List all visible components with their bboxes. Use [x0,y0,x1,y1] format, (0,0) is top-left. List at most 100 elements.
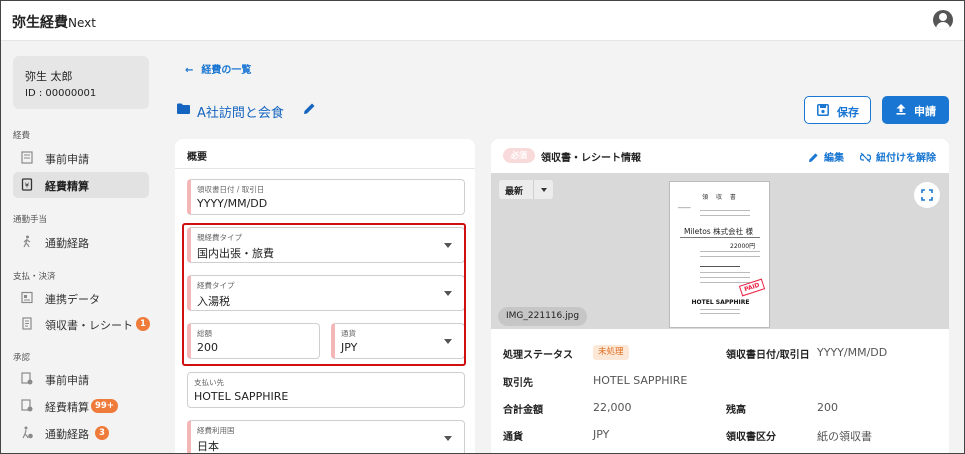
balance-value: 200 [817,401,838,414]
receipt-preview: 最新 領 収 書 ━━━━━━ Miletos 株式会社 様 22000円 PA… [491,173,949,329]
logo-suffix: Next [68,16,96,30]
apply-button[interactable]: 申請 [882,96,949,124]
field-value: HOTEL SAPPHIRE [194,390,289,403]
unlink-label: 紐付けを解除 [876,153,936,164]
logo-text: 弥生経費 [12,15,68,31]
receipt-small-text: ━━━━━━ [678,206,691,210]
section-label-payment: 支払・決済 [13,272,56,282]
back-link-label: 経費の一覧 [201,65,252,76]
overview-title: 概要 [187,152,207,163]
receipt-date-value: YYYY/MM/DD [817,346,888,359]
receipt-image[interactable]: 領 収 書 ━━━━━━ Miletos 株式会社 様 22000円 PAID … [669,181,770,328]
sidebar-item-receipts[interactable]: 領収書・レシート 1 [13,311,150,337]
unlink-button[interactable]: 紐付けを解除 [860,149,936,164]
file-name-chip: IMG_221116.jpg [498,307,588,326]
highlight-box [182,223,466,366]
edit-button[interactable]: 編集 [808,149,844,164]
receipt-info-card: 必須 領収書・レシート情報 編集 紐付けを解除 最新 領 収 書 ━━━━━━ … [491,139,949,453]
user-name: 弥生 太郎 [25,70,73,83]
edit-title-icon[interactable] [303,102,316,115]
back-to-list-link[interactable]: ← 経費の一覧 [185,61,251,76]
edit-label: 編集 [824,153,844,164]
sidebar-item-approve-expense[interactable]: 経費精算 99+ [13,393,149,419]
balance-label: 残高 [726,405,746,416]
section-label-commute: 通勤手当 [13,215,48,225]
sidebar-item-expense-settlement[interactable]: ¥ 経費精算 [13,172,149,198]
save-label: 保存 [837,106,859,119]
version-label: 最新 [505,187,524,197]
sidebar-item-linked-data[interactable]: 連携データ [13,285,149,311]
country-select[interactable]: 経費利用国 日本 [187,420,465,453]
sidebar-item-label: 事前申請 [45,374,89,387]
payee-field[interactable]: 支払い先 HOTEL SAPPHIRE [187,372,465,408]
sidebar-item-commute-route[interactable]: 通勤経路 [13,229,149,255]
upload-icon [896,104,906,115]
receipt-type-value: 紙の領収書 [817,430,872,443]
apply-label: 申請 [914,105,936,118]
receipt-amount: 22000円 [730,243,756,250]
status-label: 処理ステータス [503,350,573,361]
sidebar-item-pre-application[interactable]: 事前申請 [13,145,149,171]
main-content: ← 経費の一覧 A社訪問と会食 保存 申請 概要 領収書日付 / 取引日 YYYY… [159,41,964,453]
caret-down-icon [541,188,547,192]
svg-text:¥: ¥ [25,182,30,190]
sidebar-item-label: 経費精算 [45,180,89,193]
sidebar-item-label: 領収書・レシート [45,319,133,332]
app-window: 弥生経費Next 弥生 太郎 ID : 00000001 経費 事前申請 ¥ 経… [0,0,965,454]
section-label-approval: 承認 [13,353,31,363]
receipt-count-badge: 1 [136,317,150,331]
save-icon [817,104,829,116]
version-select[interactable]: 最新 [499,180,553,199]
receipt-company-name: Miletos 株式会社 [684,227,744,236]
pencil-icon [809,153,818,162]
field-value: 日本 [197,440,219,453]
sidebar-item-approve-pre-application[interactable]: 事前申請 [13,366,149,392]
sidebar-item-label: 連携データ [45,293,100,306]
field-label: 経費利用国 [197,426,235,435]
document-icon [21,151,33,164]
approve-doc-icon [21,372,33,385]
receipt-date-field[interactable]: 領収書日付 / 取引日 YYYY/MM/DD [187,179,465,215]
user-id: ID : 00000001 [25,88,97,99]
section-label-expense: 経費 [13,131,31,141]
sidebar: 弥生 太郎 ID : 00000001 経費 事前申請 ¥ 経費精算 通勤手当 … [1,41,159,453]
arrow-left-icon: ← [185,65,194,76]
top-bar: 弥生経費Next [1,1,964,41]
caret-down-icon [444,436,452,441]
app-logo[interactable]: 弥生経費Next [12,12,96,32]
account-avatar-icon[interactable] [933,10,953,30]
approve-route-icon [22,426,33,439]
walk-icon [23,235,31,248]
sidebar-item-label: 通勤経路 [45,237,89,250]
user-card: 弥生 太郎 ID : 00000001 [13,56,149,109]
data-icon [21,291,33,304]
approve-expense-icon [21,399,33,412]
receipt-company-suffix: 様 [745,227,753,236]
expand-preview-button[interactable] [914,182,940,208]
receipt-icon: ¥ [21,178,33,191]
required-badge: 必須 [503,148,535,163]
sidebar-item-approve-route[interactable]: 通勤経路 3 [13,420,149,446]
approve-route-badge: 3 [95,426,109,440]
sidebar-item-label: 通勤経路 [45,428,89,441]
currency-label: 通貨 [503,432,523,443]
receipt-type-label: 領収書区分 [726,432,776,443]
status-badge: 未処理 [593,345,629,360]
link-off-icon [860,152,871,163]
receipt-company: Miletos 株式会社 様 [684,226,753,237]
receipt-date-label: 領収書日付/取引日 [726,350,810,361]
receipt-info-title: 領収書・レシート情報 [541,153,641,164]
currency-value: JPY [593,428,610,441]
vendor-value: HOTEL SAPPHIRE [593,374,688,387]
receipt-title: 領 収 書 [702,194,739,201]
save-button[interactable]: 保存 [804,96,871,124]
sidebar-item-label: 事前申請 [45,153,89,166]
receipt-list-icon [22,317,32,330]
folder-icon [177,103,190,114]
total-label: 合計金額 [503,405,543,416]
approve-expense-badge: 99+ [91,399,118,413]
receipt-hotel: HOTEL SAPPHIRE [691,299,750,306]
sidebar-item-label: 経費精算 [45,401,89,414]
fullscreen-icon [921,189,933,201]
field-value: YYYY/MM/DD [197,197,268,210]
